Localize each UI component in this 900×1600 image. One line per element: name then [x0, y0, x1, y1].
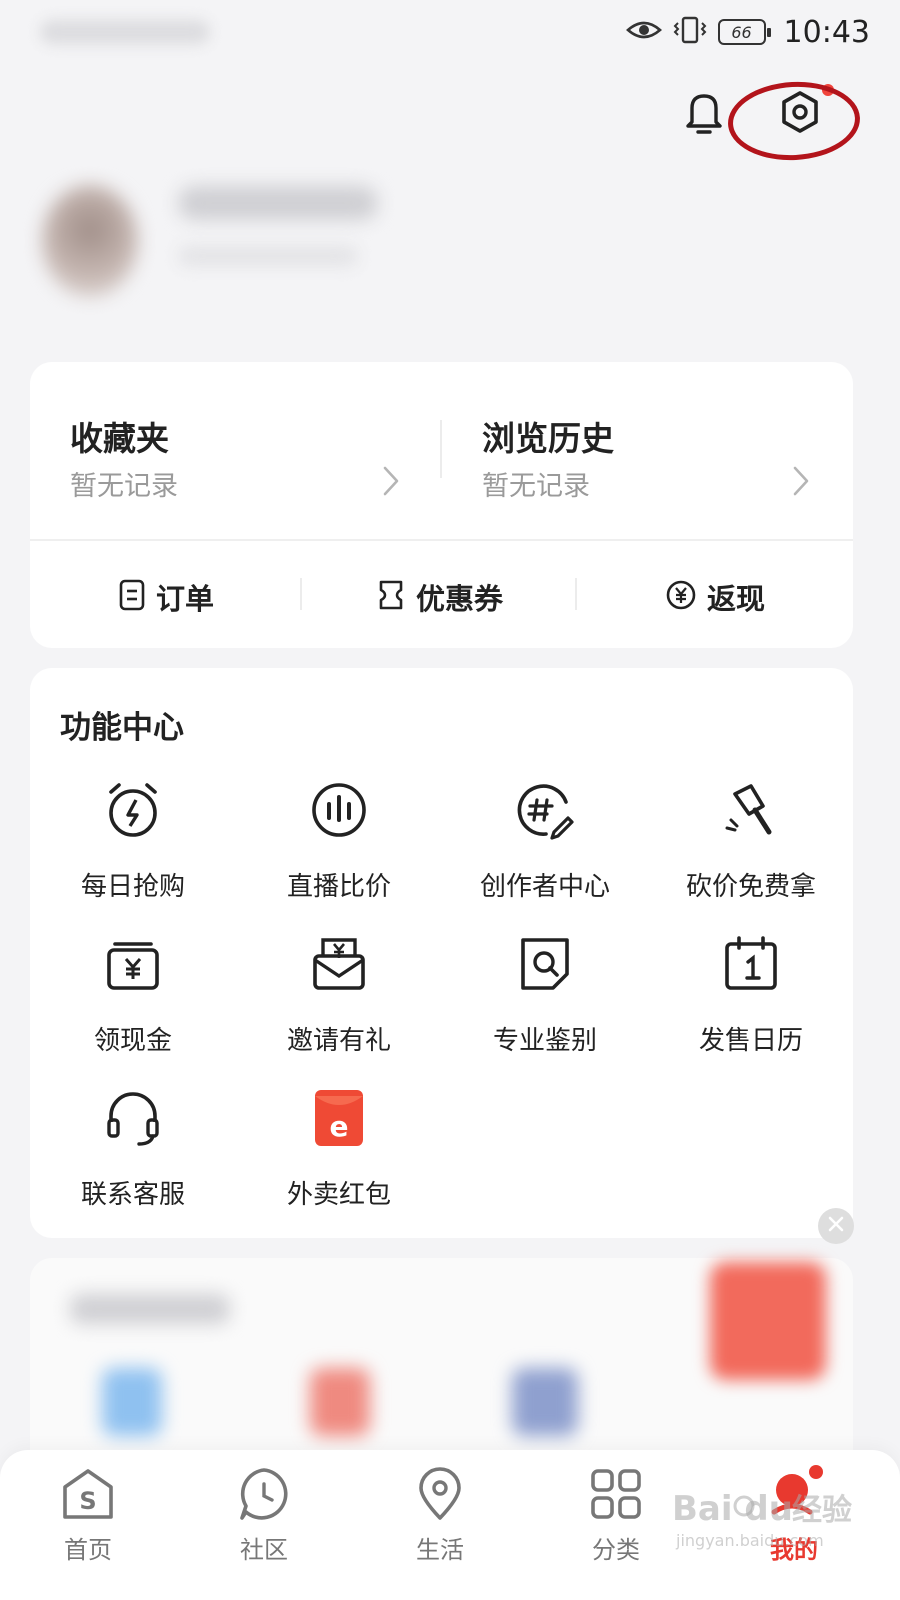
fn-label: 每日抢购: [80, 872, 185, 902]
coupons-button[interactable]: 优惠券: [376, 567, 503, 627]
red-envelope-icon: e: [307, 1086, 371, 1150]
nav-category[interactable]: 分类: [556, 1464, 676, 1584]
invite-gift-item[interactable]: 邀请有礼: [236, 932, 442, 1072]
order-icon: [118, 579, 146, 615]
bargain-free-item[interactable]: 砍价免费拿: [648, 778, 854, 918]
summary-card: 收藏夹 暂无记录 浏览历史 暂无记录 订单 优惠券 返现: [30, 362, 853, 648]
authentication-item[interactable]: 专业鉴别: [442, 932, 648, 1072]
status-bar: 66 10:43: [625, 12, 870, 52]
cash-wallet-icon: [101, 932, 165, 996]
chevron-right-icon: [790, 464, 812, 502]
blurred-icon: [310, 1368, 370, 1436]
username-blurred: [178, 186, 378, 220]
blurred-icon: [512, 1368, 578, 1436]
quick-divider: [300, 578, 302, 610]
battery-level: 66: [731, 22, 752, 42]
blurred-icon: [102, 1368, 162, 1436]
nav-home[interactable]: S 首页: [28, 1464, 148, 1584]
live-price-compare-item[interactable]: 直播比价: [236, 778, 442, 918]
nav-label: 首页: [64, 1536, 112, 1564]
function-center-card: 功能中心 每日抢购 直播比价 创作者中心 砍价免费拿 领现金 邀请有礼 专业鉴别…: [30, 668, 853, 1238]
cashback-label: 返现: [707, 582, 766, 616]
nav-label: 分类: [592, 1536, 640, 1564]
fn-label: 联系客服: [80, 1180, 185, 1210]
profile-icon: [764, 1464, 824, 1524]
close-float-ad-button[interactable]: [818, 1208, 854, 1244]
headset-icon: [101, 1086, 165, 1150]
floating-ad[interactable]: [710, 1262, 826, 1380]
fn-label: 领现金: [93, 1026, 172, 1056]
svg-text:e: e: [330, 1110, 349, 1143]
customer-service-item[interactable]: 联系客服: [30, 1086, 236, 1226]
gift-envelope-icon: [307, 932, 371, 996]
live-bars-icon: [307, 778, 371, 842]
blurred-title: [70, 1294, 230, 1324]
community-icon: [234, 1464, 294, 1524]
close-icon: [827, 1215, 845, 1237]
vibrate-icon: [672, 15, 708, 49]
orders-label: 订单: [156, 582, 215, 616]
calendar-icon: [719, 932, 783, 996]
fn-label: 外卖红包: [286, 1180, 391, 1210]
history-entry[interactable]: 浏览历史 暂无记录: [482, 392, 842, 522]
cashback-button[interactable]: 返现: [665, 567, 765, 627]
fn-label: 专业鉴别: [492, 1026, 597, 1056]
nav-label: 我的: [770, 1536, 818, 1564]
creator-center-item[interactable]: 创作者中心: [442, 778, 648, 918]
coupons-label: 优惠券: [416, 582, 504, 616]
bottom-nav: S 首页 社区 生活 分类 我的: [0, 1450, 900, 1600]
nav-profile[interactable]: 我的: [734, 1464, 854, 1584]
takeout-red-packet-item[interactable]: e 外卖红包: [236, 1086, 442, 1226]
get-cash-item[interactable]: 领现金: [30, 932, 236, 1072]
settings-button[interactable]: [772, 86, 828, 142]
fn-label: 邀请有礼: [286, 1026, 391, 1056]
status-bar-left-blurred: [40, 20, 210, 44]
chevron-right-icon: [380, 464, 402, 502]
bell-button[interactable]: [676, 86, 732, 142]
nav-label: 生活: [416, 1536, 464, 1564]
favorites-entry[interactable]: 收藏夹 暂无记录: [70, 392, 430, 522]
fn-label: 直播比价: [286, 872, 391, 902]
quick-divider: [575, 578, 577, 610]
fn-label: 创作者中心: [479, 872, 610, 902]
avatar[interactable]: [42, 185, 138, 297]
home-icon: S: [58, 1464, 118, 1524]
nav-community[interactable]: 社区: [204, 1464, 324, 1584]
settings-icon: [777, 89, 823, 139]
nav-label: 社区: [240, 1536, 288, 1564]
history-title: 浏览历史: [482, 419, 614, 458]
coupon-icon: [376, 579, 406, 615]
nav-life[interactable]: 生活: [380, 1464, 500, 1584]
location-pin-icon: [410, 1464, 470, 1524]
function-center-title: 功能中心: [60, 710, 184, 746]
favorites-title: 收藏夹: [70, 419, 169, 458]
hashtag-pen-icon: [513, 778, 577, 842]
release-calendar-item[interactable]: 发售日历: [648, 932, 854, 1072]
alarm-clock-icon: [101, 778, 165, 842]
clock: 10:43: [783, 14, 870, 50]
svg-text:S: S: [79, 1487, 96, 1515]
history-subtitle: 暂无记录: [482, 471, 590, 502]
orders-button[interactable]: 订单: [118, 567, 214, 627]
bell-icon: [682, 88, 726, 140]
summary-hdivider: [30, 539, 853, 541]
fn-label: 发售日历: [698, 1026, 803, 1056]
user-subtitle-blurred: [178, 246, 358, 266]
category-grid-icon: [586, 1464, 646, 1524]
battery-icon: 66: [717, 19, 771, 45]
daily-flash-sale-item[interactable]: 每日抢购: [30, 778, 236, 918]
summary-divider: [440, 420, 442, 478]
favorites-subtitle: 暂无记录: [70, 471, 178, 502]
settings-notification-dot: [822, 84, 834, 96]
fn-label: 砍价免费拿: [685, 872, 816, 902]
cashback-icon: [665, 579, 697, 615]
axe-icon: [719, 778, 783, 842]
authenticate-icon: [513, 932, 577, 996]
eye-icon: [625, 18, 662, 46]
